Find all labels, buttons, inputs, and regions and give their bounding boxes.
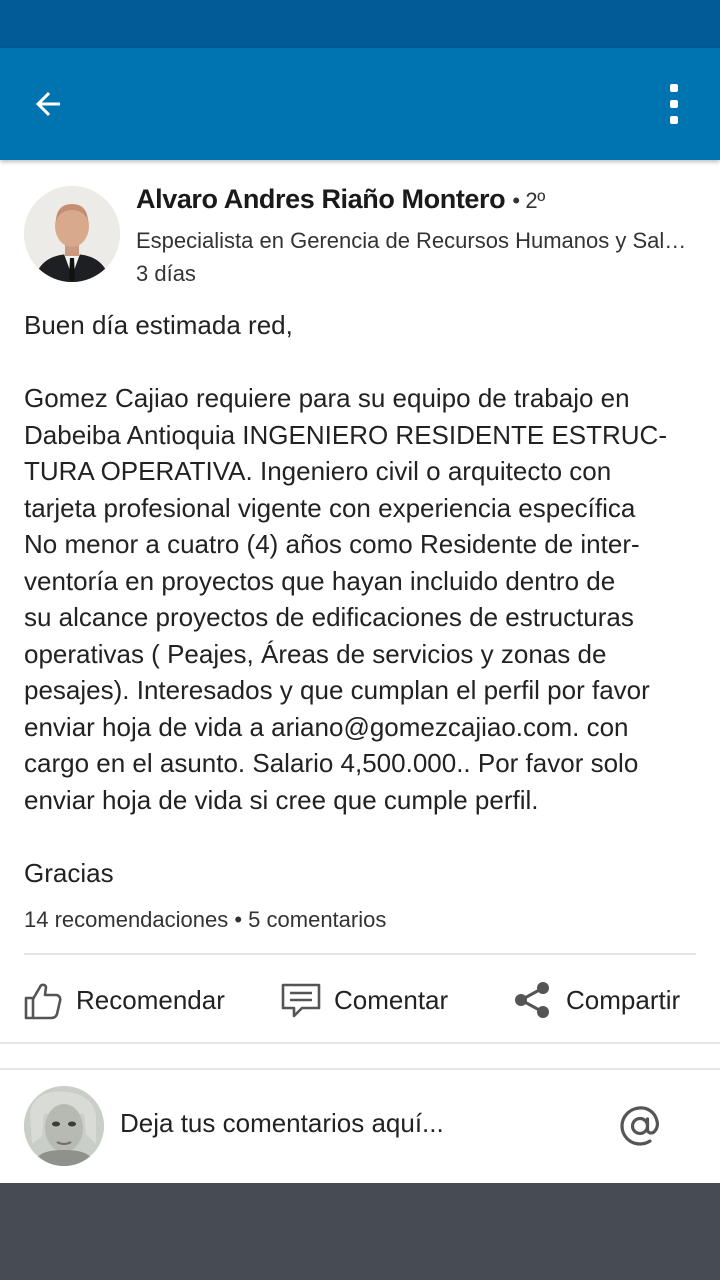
author-headline: Especialista en Gerencia de Recursos Hum… (136, 228, 696, 253)
recommend-button[interactable]: Recomendar (22, 960, 225, 1040)
status-bar (0, 0, 720, 48)
post-line: Gracias (24, 857, 114, 888)
post-line: No menor a cuatro (4) años como Resident… (24, 529, 640, 559)
share-button[interactable]: Compartir (512, 960, 680, 1040)
post-line: ventoría en proyectos que hayan incluido… (24, 565, 616, 596)
post-body: Buen día estimada red, Gomez Cajiao requ… (24, 307, 704, 891)
arrow-left-icon (36, 92, 60, 116)
section-separator (0, 1042, 720, 1070)
connection-degree: • 2º (512, 188, 545, 213)
author-name[interactable]: Alvaro Andres Riaño Montero • 2º (136, 184, 545, 215)
comment-input[interactable]: Deja tus comentarios aquí... (120, 1108, 444, 1139)
author-avatar[interactable] (24, 186, 120, 282)
speech-bubble-icon (281, 983, 321, 1018)
person-photo (24, 1086, 104, 1166)
post-line: enviar hoja de vida si cree que cumple p… (24, 784, 539, 815)
post-line: tarjeta profesional vigente con experien… (24, 492, 636, 523)
social-counts[interactable]: 14 recomendaciones • 5 comentarios (24, 907, 386, 933)
current-user-avatar[interactable] (24, 1086, 104, 1166)
post-actions: Recomendar Comentar Compartir (0, 960, 720, 1040)
post-timestamp: 3 días (136, 261, 196, 286)
more-vertical-icon (670, 84, 678, 92)
divider (24, 953, 696, 955)
post-line: Dabeiba Antioquia INGENIERO RESIDENTE ES… (24, 419, 667, 450)
recommend-label: Recomendar (76, 984, 225, 1015)
post-line (24, 344, 704, 381)
app-bar (0, 48, 720, 160)
comment-composer: Deja tus comentarios aquí... (0, 1070, 720, 1182)
share-label: Compartir (566, 984, 681, 1015)
more-options-button[interactable] (662, 78, 686, 130)
person-photo (24, 186, 120, 282)
post-line: operativas ( Peajes, Áreas de servicios … (24, 638, 607, 669)
at-sign-icon (620, 1106, 659, 1146)
bottom-area (0, 1183, 720, 1280)
comment-label: Comentar (334, 984, 449, 1015)
back-button[interactable] (24, 80, 72, 128)
post-line: pesajes). Interesados y que cumplan el p… (24, 675, 650, 705)
comment-button[interactable]: Comentar (280, 960, 448, 1040)
mention-button[interactable] (614, 1100, 666, 1152)
post-line: cargo en el asunto. Salario 4,500.000.. … (24, 748, 639, 778)
post-line: Buen día estimada red, (24, 310, 293, 340)
post-line (24, 818, 704, 855)
post-line: enviar hoja de vida a ariano@gomezcajiao… (24, 711, 629, 742)
post-line: su alcance proyectos de edificaciones de… (24, 602, 634, 632)
author-name-text[interactable]: Alvaro Andres Riaño Montero (136, 184, 506, 214)
post-line: TURA OPERATIVA. Ingeniero civil o arquit… (24, 456, 612, 486)
post-line: Gomez Cajiao requiere para su equipo de … (24, 383, 630, 413)
share-icon (515, 982, 549, 1018)
thumbs-up-icon (24, 983, 62, 1020)
